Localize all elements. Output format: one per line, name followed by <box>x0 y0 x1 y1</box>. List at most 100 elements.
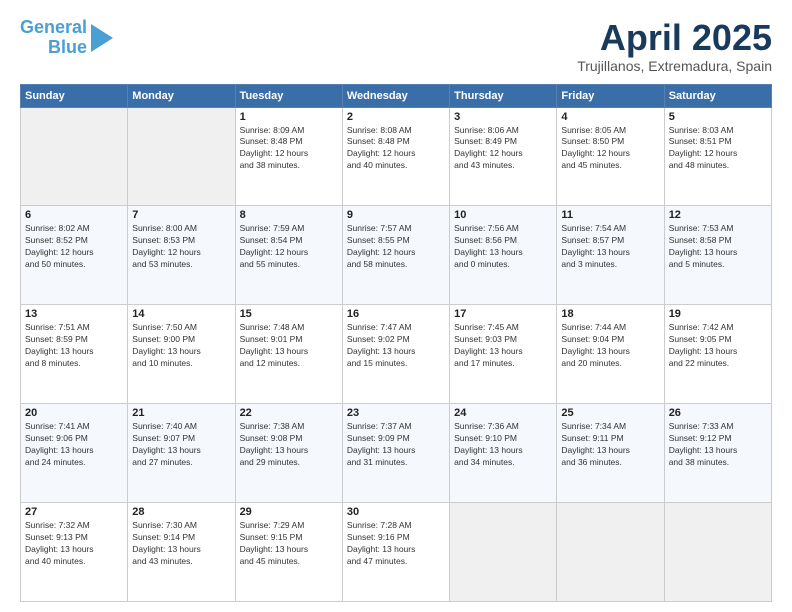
day-number: 21 <box>132 407 230 419</box>
th-friday: Friday <box>557 84 664 107</box>
day-info: Sunrise: 7:47 AM Sunset: 9:02 PM Dayligh… <box>347 322 445 370</box>
day-number: 5 <box>669 111 767 123</box>
day-number: 22 <box>240 407 338 419</box>
week-row-5: 27 Sunrise: 7:32 AM Sunset: 9:13 PM Dayli… <box>21 503 772 602</box>
day-info: Sunrise: 8:06 AM Sunset: 8:49 PM Dayligh… <box>454 125 552 173</box>
day-cell: 3Sunrise: 8:06 AM Sunset: 8:49 PM Daylig… <box>450 107 557 206</box>
day-cell: 20Sunrise: 7:41 AM Sunset: 9:06 PM Dayli… <box>21 404 128 503</box>
day-number: 29 <box>240 506 338 518</box>
day-number: 25 <box>561 407 659 419</box>
day-number: 18 <box>561 308 659 320</box>
th-monday: Monday <box>128 84 235 107</box>
day-info: Sunrise: 7:37 AM Sunset: 9:09 PM Dayligh… <box>347 421 445 469</box>
day-number: 4 <box>561 111 659 123</box>
day-number: 7 <box>132 209 230 221</box>
day-cell: 7 Sunrise: 8:00 AM Sunset: 8:53 PM Daylig… <box>128 206 235 305</box>
day-cell <box>128 107 235 206</box>
day-cell: 6 Sunrise: 8:02 AM Sunset: 8:52 PM Daylig… <box>21 206 128 305</box>
day-cell: 4 Sunrise: 8:05 AM Sunset: 8:50 PM Daylig… <box>557 107 664 206</box>
day-number: 26 <box>669 407 767 419</box>
header: General Blue April 2025 Trujillanos, Ext… <box>20 18 772 74</box>
day-number: 13 <box>25 308 123 320</box>
week-row-2: 6 Sunrise: 8:02 AM Sunset: 8:52 PM Daylig… <box>21 206 772 305</box>
th-saturday: Saturday <box>664 84 771 107</box>
day-info: Sunrise: 7:57 AM Sunset: 8:55 PM Dayligh… <box>347 223 445 271</box>
day-info: Sunrise: 7:33 AM Sunset: 9:12 PM Dayligh… <box>669 421 767 469</box>
day-number: 30 <box>347 506 445 518</box>
day-info: Sunrise: 7:42 AM Sunset: 9:05 PM Dayligh… <box>669 322 767 370</box>
day-cell: 10 Sunrise: 7:56 AM Sunset: 8:56 PM Dayli… <box>450 206 557 305</box>
day-info: Sunrise: 7:34 AM Sunset: 9:11 PM Dayligh… <box>561 421 659 469</box>
day-number: 27 <box>25 506 123 518</box>
day-info: Sunrise: 7:54 AM Sunset: 8:57 PM Dayligh… <box>561 223 659 271</box>
day-number: 11 <box>561 209 659 221</box>
month-title: April 2025 <box>577 18 772 58</box>
day-number: 10 <box>454 209 552 221</box>
day-info: Sunrise: 7:48 AM Sunset: 9:01 PM Dayligh… <box>240 322 338 370</box>
day-number: 19 <box>669 308 767 320</box>
day-cell <box>664 503 771 602</box>
day-number: 2 <box>347 111 445 123</box>
day-number: 23 <box>347 407 445 419</box>
day-cell: 23 Sunrise: 7:37 AM Sunset: 9:09 PM Dayli… <box>342 404 449 503</box>
day-info: Sunrise: 8:09 AM Sunset: 8:48 PM Dayligh… <box>240 125 338 173</box>
day-info: Sunrise: 7:56 AM Sunset: 8:56 PM Dayligh… <box>454 223 552 271</box>
title-block: April 2025 Trujillanos, Extremadura, Spa… <box>577 18 772 74</box>
th-thursday: Thursday <box>450 84 557 107</box>
day-cell: 26 Sunrise: 7:33 AM Sunset: 9:12 PM Dayli… <box>664 404 771 503</box>
day-number: 9 <box>347 209 445 221</box>
day-number: 24 <box>454 407 552 419</box>
day-info: Sunrise: 7:30 AM Sunset: 9:14 PM Dayligh… <box>132 520 230 568</box>
day-cell <box>450 503 557 602</box>
day-info: Sunrise: 8:02 AM Sunset: 8:52 PM Dayligh… <box>25 223 123 271</box>
day-info: Sunrise: 7:40 AM Sunset: 9:07 PM Dayligh… <box>132 421 230 469</box>
day-cell: 8 Sunrise: 7:59 AM Sunset: 8:54 PM Daylig… <box>235 206 342 305</box>
day-number: 8 <box>240 209 338 221</box>
th-wednesday: Wednesday <box>342 84 449 107</box>
day-info: Sunrise: 7:45 AM Sunset: 9:03 PM Dayligh… <box>454 322 552 370</box>
day-cell: 5Sunrise: 8:03 AM Sunset: 8:51 PM Daylig… <box>664 107 771 206</box>
day-cell: 19 Sunrise: 7:42 AM Sunset: 9:05 PM Dayli… <box>664 305 771 404</box>
day-cell <box>21 107 128 206</box>
day-info: Sunrise: 7:36 AM Sunset: 9:10 PM Dayligh… <box>454 421 552 469</box>
week-row-4: 20Sunrise: 7:41 AM Sunset: 9:06 PM Dayli… <box>21 404 772 503</box>
day-cell: 27 Sunrise: 7:32 AM Sunset: 9:13 PM Dayli… <box>21 503 128 602</box>
logo: General Blue <box>20 18 113 58</box>
day-number: 28 <box>132 506 230 518</box>
day-info: Sunrise: 7:53 AM Sunset: 8:58 PM Dayligh… <box>669 223 767 271</box>
day-cell: 21 Sunrise: 7:40 AM Sunset: 9:07 PM Dayli… <box>128 404 235 503</box>
location-subtitle: Trujillanos, Extremadura, Spain <box>577 58 772 74</box>
day-info: Sunrise: 7:51 AM Sunset: 8:59 PM Dayligh… <box>25 322 123 370</box>
day-number: 14 <box>132 308 230 320</box>
header-row: Sunday Monday Tuesday Wednesday Thursday… <box>21 84 772 107</box>
day-cell: 13 Sunrise: 7:51 AM Sunset: 8:59 PM Dayli… <box>21 305 128 404</box>
day-info: Sunrise: 7:44 AM Sunset: 9:04 PM Dayligh… <box>561 322 659 370</box>
day-cell: 18 Sunrise: 7:44 AM Sunset: 9:04 PM Dayli… <box>557 305 664 404</box>
week-row-1: 1 Sunrise: 8:09 AM Sunset: 8:48 PM Daylig… <box>21 107 772 206</box>
week-row-3: 13 Sunrise: 7:51 AM Sunset: 8:59 PM Dayli… <box>21 305 772 404</box>
day-cell: 15 Sunrise: 7:48 AM Sunset: 9:01 PM Dayli… <box>235 305 342 404</box>
day-cell: 1 Sunrise: 8:09 AM Sunset: 8:48 PM Daylig… <box>235 107 342 206</box>
day-number: 20 <box>25 407 123 419</box>
day-info: Sunrise: 7:29 AM Sunset: 9:15 PM Dayligh… <box>240 520 338 568</box>
day-info: Sunrise: 7:59 AM Sunset: 8:54 PM Dayligh… <box>240 223 338 271</box>
day-number: 6 <box>25 209 123 221</box>
day-info: Sunrise: 8:08 AM Sunset: 8:48 PM Dayligh… <box>347 125 445 173</box>
day-cell: 30 Sunrise: 7:28 AM Sunset: 9:16 PM Dayli… <box>342 503 449 602</box>
day-number: 1 <box>240 111 338 123</box>
day-info: Sunrise: 7:38 AM Sunset: 9:08 PM Dayligh… <box>240 421 338 469</box>
th-tuesday: Tuesday <box>235 84 342 107</box>
logo-text: General <box>20 18 87 38</box>
day-info: Sunrise: 7:28 AM Sunset: 9:16 PM Dayligh… <box>347 520 445 568</box>
day-number: 16 <box>347 308 445 320</box>
day-info: Sunrise: 7:50 AM Sunset: 9:00 PM Dayligh… <box>132 322 230 370</box>
day-number: 17 <box>454 308 552 320</box>
day-info: Sunrise: 7:32 AM Sunset: 9:13 PM Dayligh… <box>25 520 123 568</box>
day-cell: 25 Sunrise: 7:34 AM Sunset: 9:11 PM Dayli… <box>557 404 664 503</box>
day-number: 15 <box>240 308 338 320</box>
day-cell: 11 Sunrise: 7:54 AM Sunset: 8:57 PM Dayli… <box>557 206 664 305</box>
day-info: Sunrise: 8:00 AM Sunset: 8:53 PM Dayligh… <box>132 223 230 271</box>
day-number: 12 <box>669 209 767 221</box>
day-cell: 24 Sunrise: 7:36 AM Sunset: 9:10 PM Dayli… <box>450 404 557 503</box>
day-info: Sunrise: 8:05 AM Sunset: 8:50 PM Dayligh… <box>561 125 659 173</box>
